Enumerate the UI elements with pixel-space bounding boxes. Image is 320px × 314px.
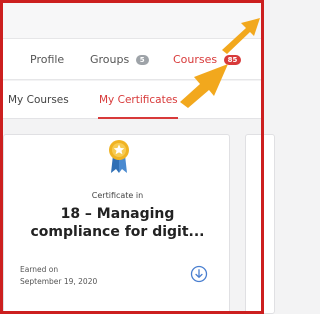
subtab-my-courses[interactable]: My Courses	[8, 94, 69, 106]
groups-count-badge: 5	[135, 55, 149, 65]
certificate-title: 18 – Managing compliance for digit...	[30, 206, 205, 240]
earned-on-date: September 19, 2020	[20, 277, 98, 286]
certificate-prefix: Certificate in	[91, 191, 144, 200]
earned-on-label: Earned on	[20, 265, 59, 274]
tab-profile-label: Profile	[30, 53, 65, 66]
download-icon[interactable]	[190, 265, 208, 287]
next-certificate-card[interactable]	[245, 134, 275, 314]
tab-groups-label: Groups	[90, 53, 130, 66]
active-subtab-underline	[98, 117, 178, 119]
annotation-arrow-icon	[180, 64, 228, 108]
subtab-my-certificates[interactable]: My Certificates	[99, 94, 178, 106]
annotation-arrow-icon	[222, 18, 260, 54]
tab-groups[interactable]: Groups 5	[90, 53, 149, 66]
medal-icon	[108, 139, 130, 179]
certificate-card[interactable]: Certificate in 18 – Managing compliance …	[3, 134, 230, 314]
tab-profile[interactable]: Profile	[30, 53, 64, 66]
